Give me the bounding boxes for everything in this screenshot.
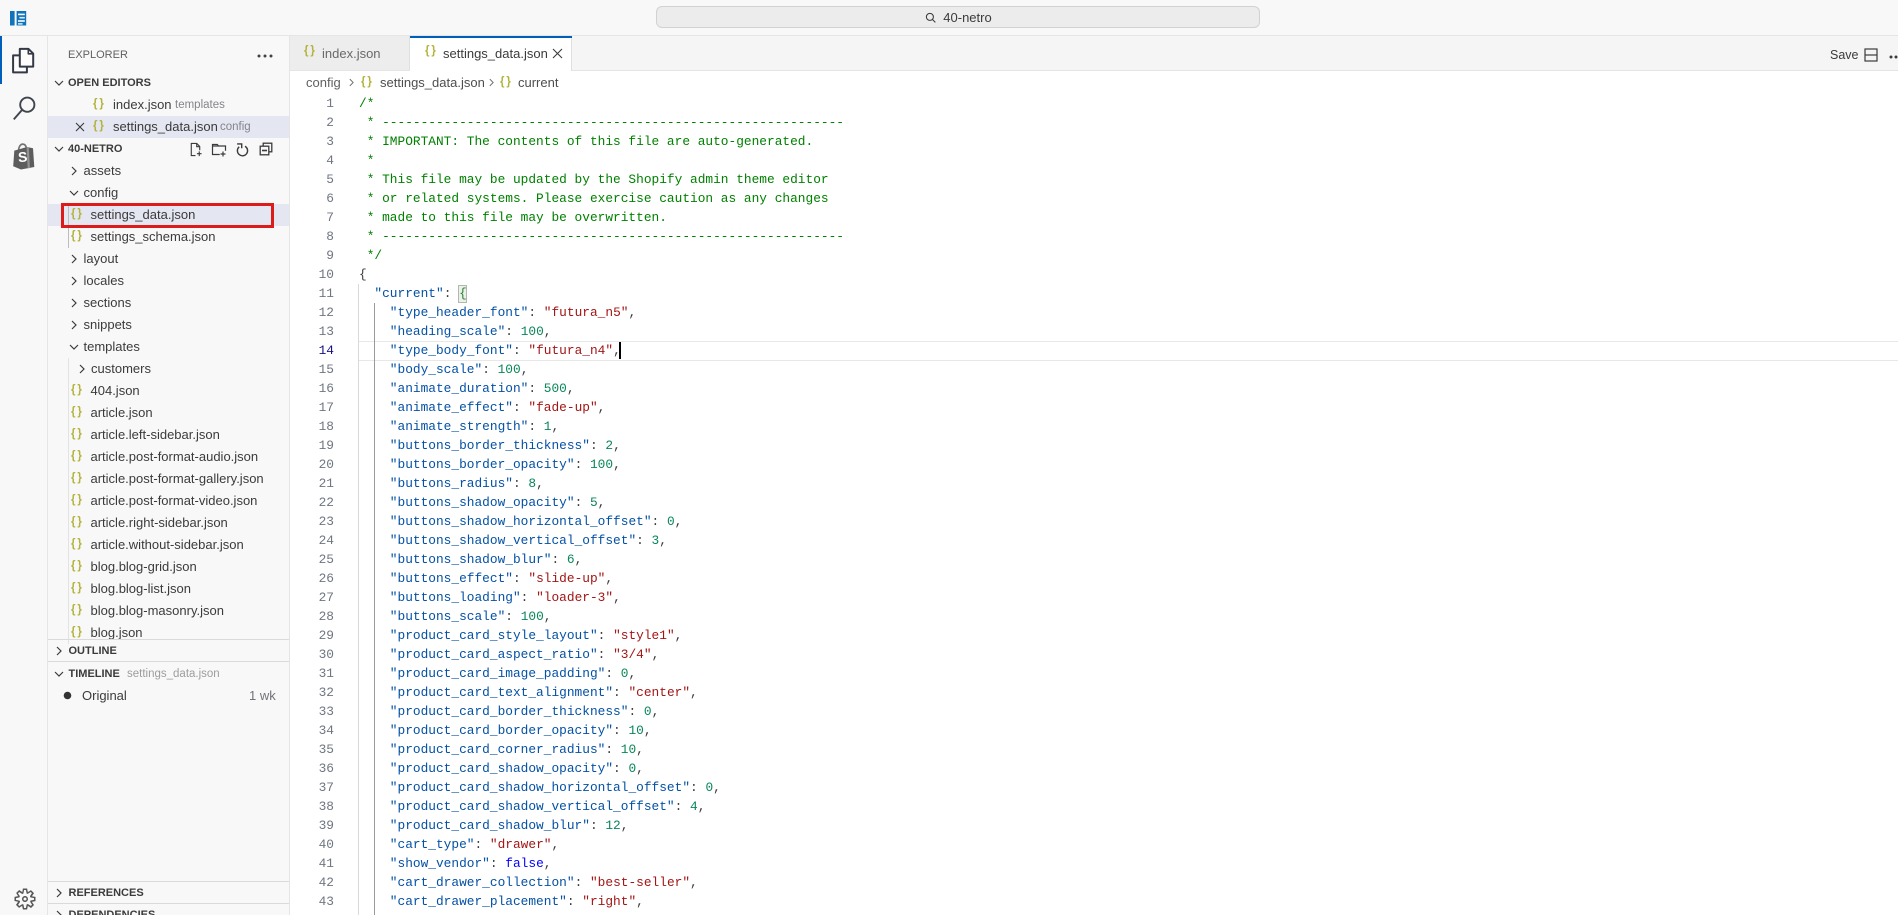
svg-text:S: S — [18, 149, 28, 166]
